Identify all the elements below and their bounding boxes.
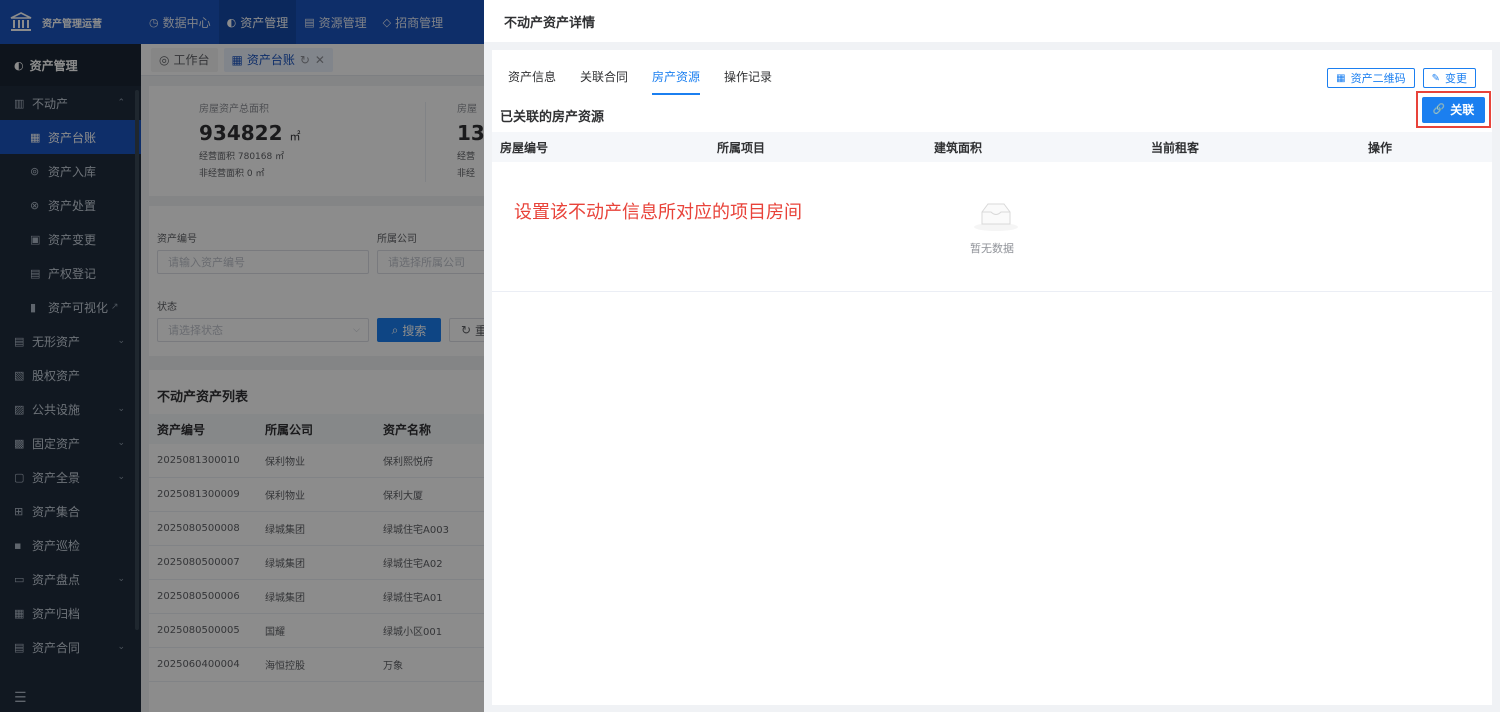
- column-project: 所属项目: [717, 140, 766, 155]
- highlight-box: 🔗 关联: [1416, 91, 1491, 128]
- drawer-body: 资产信息 关联合同 房产资源 操作记录 ▦ 资产二维码 ✎ 变更 已关联的房产资…: [492, 50, 1492, 705]
- section-title: 已关联的房产资源: [500, 110, 605, 125]
- change-button[interactable]: ✎ 变更: [1422, 68, 1476, 88]
- empty-state: 设置该不动产信息所对应的项目房间 暂无数据: [492, 162, 1492, 292]
- link-button-label: 关联: [1450, 103, 1475, 117]
- drawer-header: 不动产资产详情: [484, 0, 1500, 42]
- column-building-area: 建筑面积: [934, 140, 983, 155]
- asset-detail-drawer: 不动产资产详情 资产信息 关联合同 房产资源 操作记录 ▦ 资产二维码 ✎ 变更…: [484, 0, 1500, 712]
- qrcode-button[interactable]: ▦ 资产二维码: [1327, 68, 1415, 88]
- edit-icon: ✎: [1431, 72, 1440, 84]
- tab-operation-log[interactable]: 操作记录: [724, 62, 772, 95]
- link-button[interactable]: 🔗 关联: [1422, 96, 1485, 123]
- drawer-title: 不动产资产详情: [504, 15, 596, 31]
- detail-tabs: 资产信息 关联合同 房产资源 操作记录: [508, 62, 796, 95]
- empty-text: 暂无数据: [970, 242, 1014, 255]
- tab-asset-info[interactable]: 资产信息: [508, 62, 556, 95]
- annotation-text: 设置该不动产信息所对应的项目房间: [514, 202, 802, 223]
- header-actions: ▦ 资产二维码 ✎ 变更: [1327, 68, 1476, 88]
- change-button-label: 变更: [1445, 72, 1467, 85]
- column-actions: 操作: [1368, 140, 1393, 155]
- tab-property-resources[interactable]: 房产资源: [652, 62, 701, 95]
- qrcode-icon: ▦: [1336, 72, 1346, 84]
- property-resource-table: 房屋编号 所属项目 建筑面积 当前租客 操作 设置该不动产信息所对应的项目房间 …: [492, 132, 1492, 292]
- column-current-tenant: 当前租客: [1151, 140, 1200, 155]
- column-house-no: 房屋编号: [500, 140, 549, 155]
- tab-related-contracts[interactable]: 关联合同: [580, 62, 628, 95]
- qrcode-button-label: 资产二维码: [1350, 72, 1406, 85]
- empty-box-icon: [974, 203, 1018, 231]
- table-header: 房屋编号 所属项目 建筑面积 当前租客 操作: [492, 132, 1492, 162]
- link-icon: 🔗: [1432, 104, 1446, 115]
